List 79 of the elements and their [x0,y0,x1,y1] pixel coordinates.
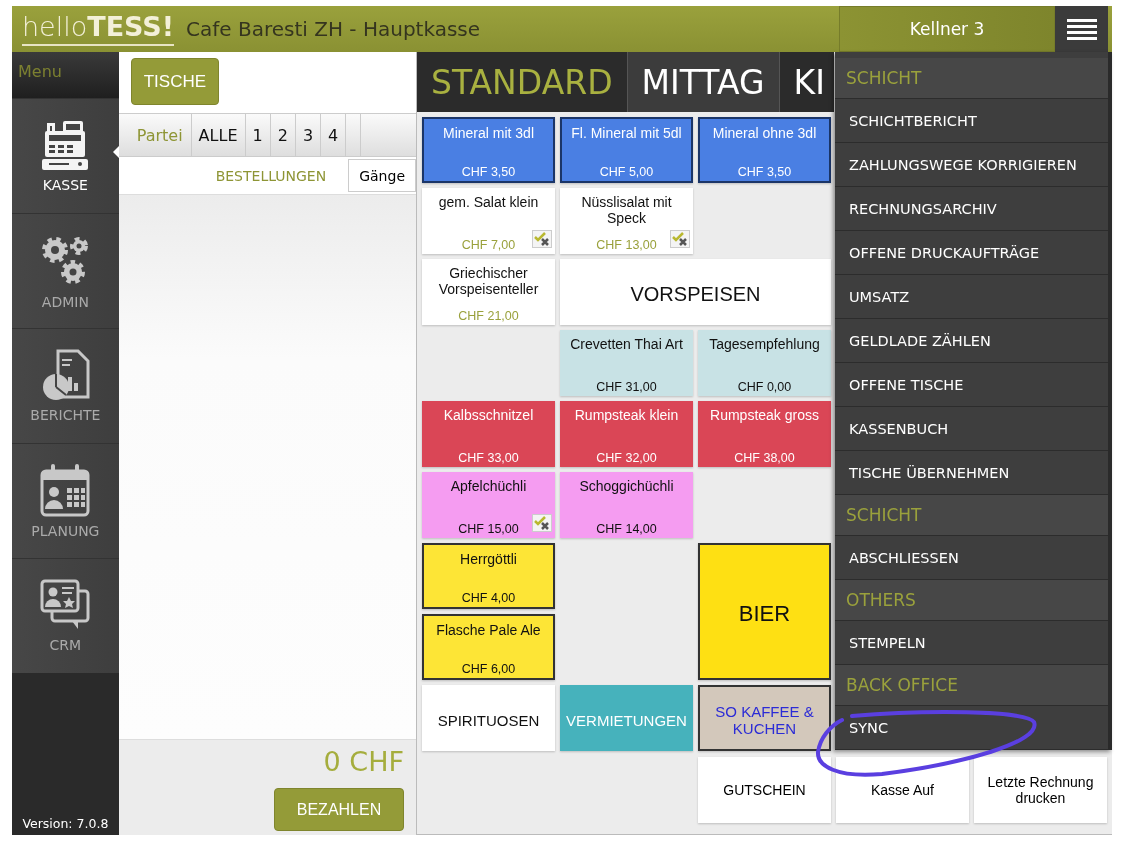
total-amount: 0 CHF [323,746,404,777]
price-label: CHF 21,00 [458,309,519,323]
cash-register-icon [41,119,90,171]
product-button[interactable]: Fl. Mineral mit 5dl CHF 5,00 [560,117,693,183]
price-label: CHF 14,00 [596,522,657,536]
price-label: CHF 3,50 [461,165,516,179]
menu-button[interactable] [1055,6,1108,52]
category-button[interactable]: SO KAFFEE & KUCHEN [698,685,831,751]
menu-item[interactable]: ZAHLUNGSWEGE KORRIGIEREN [835,143,1108,187]
function-button[interactable]: GUTSCHEIN [698,757,831,823]
product-button[interactable]: Tagesempfehlung CHF 0,00 [698,330,831,396]
menu-item[interactable]: OFFENE TISCHE [835,363,1108,407]
category-button[interactable]: BIER [698,543,831,680]
function-button[interactable]: Kasse Auf [836,757,969,823]
sidebar-item[interactable]: CRM [12,558,119,673]
price-label: CHF 38,00 [734,451,795,465]
logo: helloTESS! [22,12,175,46]
product-button[interactable]: Kalbsschnitzel CHF 33,00 [422,401,555,467]
menu-item[interactable]: SCHICHTBERICHT [835,99,1108,143]
category-tab[interactable]: MITTAG [627,52,780,112]
user-name[interactable]: Kellner 3 [839,6,1055,52]
window-title: Cafe Baresti ZH - Hauptkasse [186,17,481,41]
menu-section-header: SCHICHT [835,495,1108,536]
product-button[interactable]: Crevetten Thai Art CHF 31,00 [560,330,693,396]
price-label: CHF 13,00 [596,238,657,252]
product-button[interactable]: Rumpsteak klein CHF 32,00 [560,401,693,467]
menu-section-header: BACK OFFICE [835,665,1108,706]
price-label: CHF 0,00 [737,380,792,394]
check-cross-icon[interactable] [670,230,690,248]
party-tab[interactable]: 2 [270,114,296,156]
contact-card-icon [40,579,91,631]
menu-section-header: SCHICHT [835,58,1108,99]
sidebar-item[interactable]: PLANUNG [12,443,119,558]
report-chart-icon [40,349,91,401]
product-button[interactable]: Griechischer Vorspeisenteller CHF 21,00 [422,259,555,325]
party-tab[interactable]: 1 [245,114,271,156]
sidebar-item[interactable]: ADMIN [12,213,119,328]
courses-button[interactable]: Gänge [348,159,416,192]
version-label: Version: 7.0.8 [21,816,110,833]
product-button[interactable]: Mineral mit 3dl CHF 3,50 [422,117,555,183]
price-label: CHF 33,00 [458,451,519,465]
product-button[interactable]: Nüsslisalat mit Speck CHF 13,00 [560,188,693,254]
product-button[interactable]: Herrgöttli CHF 4,00 [422,543,555,609]
check-cross-icon[interactable] [532,514,552,532]
price-label: CHF 32,00 [596,451,657,465]
product-button[interactable]: Schoggichüchli CHF 14,00 [560,472,693,538]
price-label: CHF 6,00 [461,662,516,676]
menu-label: Menu [12,52,119,98]
menu-item[interactable]: SYNC [835,706,1108,750]
price-label: CHF 31,00 [596,380,657,394]
sidebar-item[interactable]: KASSE [12,98,119,213]
price-label: CHF 4,00 [461,591,516,605]
price-label: CHF 15,00 [458,522,519,536]
function-button[interactable]: Letzte Rechnung drucken [974,757,1107,823]
party-tab[interactable]: 3 [295,114,322,156]
category-button[interactable]: SPIRITUOSEN [422,685,555,751]
product-button[interactable]: gem. Salat klein CHF 7,00 [422,188,555,254]
party-label: Partei [118,114,192,156]
product-button[interactable]: Flasche Pale Ale CHF 6,00 [422,614,555,680]
menu-item[interactable]: GELDLADE ZÄHLEN [835,319,1108,363]
menu-item[interactable]: KASSENBUCH [835,407,1108,451]
product-button[interactable]: Mineral ohne 3dl CHF 3,50 [698,117,831,183]
orders-label: BESTELLUNGEN [215,167,327,184]
party-tab[interactable]: ALLE [191,114,246,156]
check-cross-icon[interactable] [532,230,552,248]
price-label: CHF 3,50 [737,165,792,179]
party-tab[interactable]: 4 [321,114,347,156]
menu-item[interactable]: OFFENE DRUCKAUFTRÄGE [835,231,1108,275]
product-button[interactable]: Apfelchüchli CHF 15,00 [422,472,555,538]
price-label: CHF 5,00 [599,165,654,179]
calendar-icon [39,463,92,517]
menu-item[interactable]: RECHNUNGSARCHIV [835,187,1108,231]
category-button[interactable]: VORSPEISEN [560,259,831,325]
menu-icon [1066,18,1097,40]
menu-section-header: OTHERS [835,580,1108,621]
menu-item[interactable]: UMSATZ [835,275,1108,319]
product-button[interactable]: Rumpsteak gross CHF 38,00 [698,401,831,467]
sidebar-item[interactable]: BERICHTE [12,328,119,443]
price-label: CHF 7,00 [461,238,516,252]
